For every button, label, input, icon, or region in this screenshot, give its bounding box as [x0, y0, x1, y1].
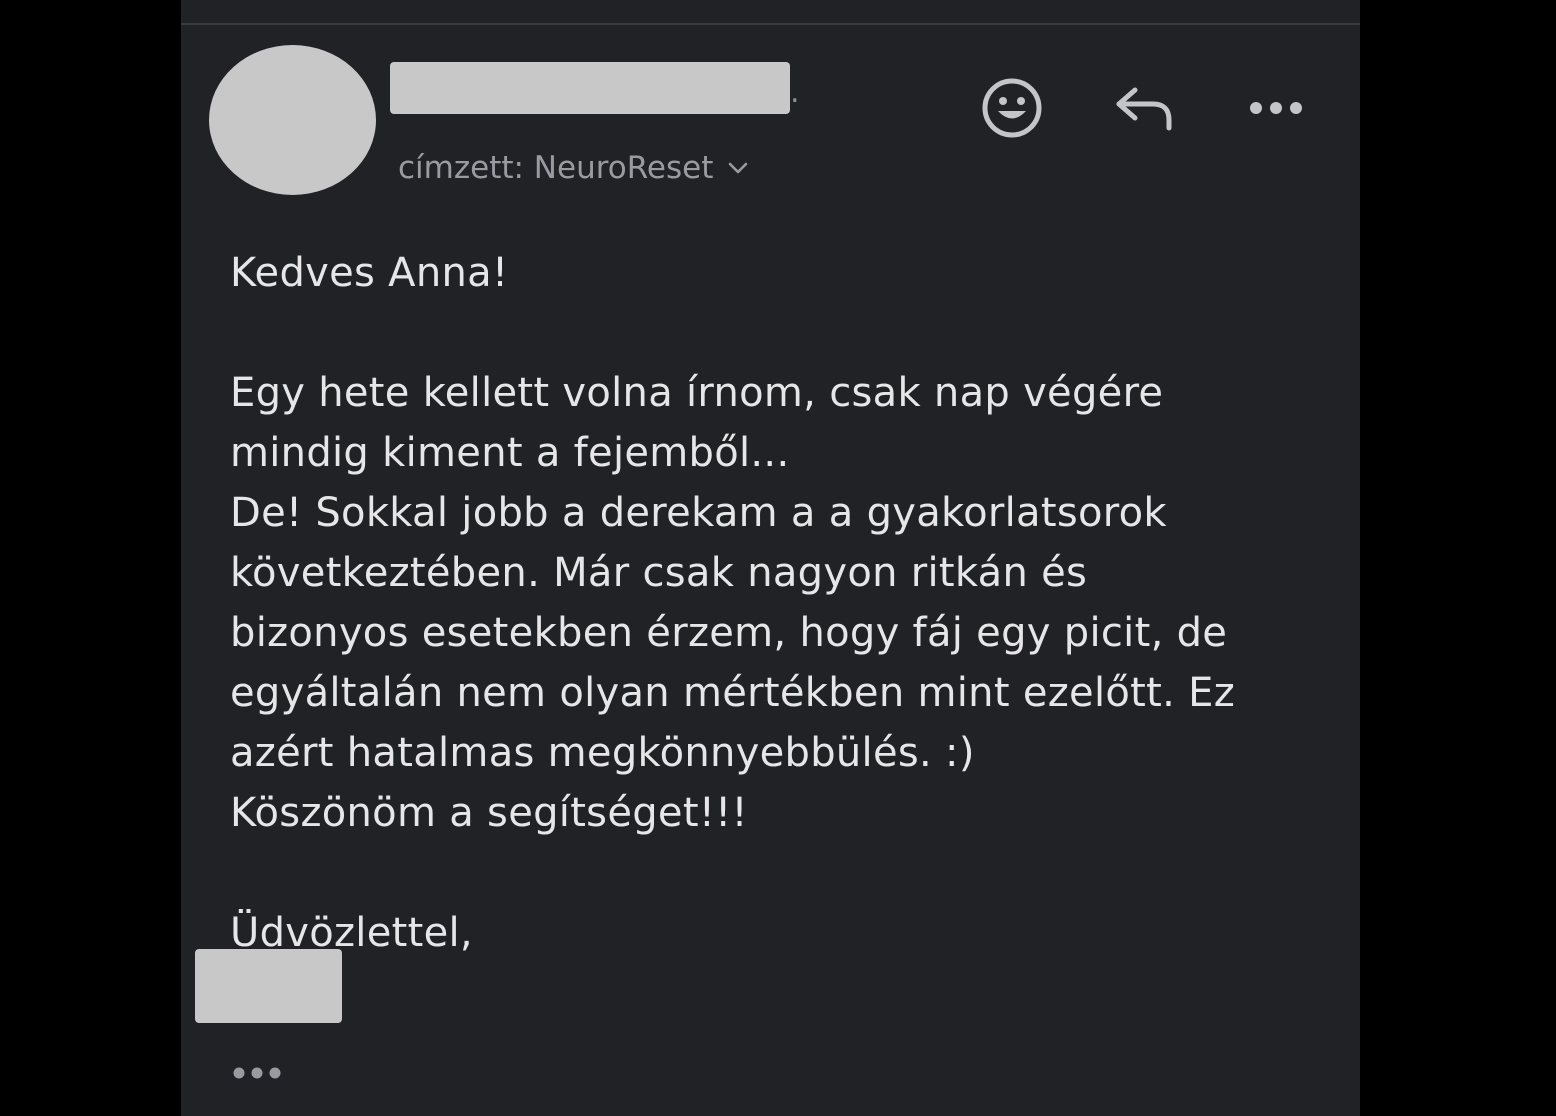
body-line: De! Sokkal jobb a derekam a a gyakorlats… — [230, 490, 1167, 536]
body-line: azért hatalmas megkönnyebbülés. :) — [230, 730, 975, 776]
smiley-icon — [980, 76, 1044, 144]
recipient-toggle[interactable]: címzett: NeuroReset — [398, 146, 749, 190]
recipient-label: címzett: NeuroReset — [398, 150, 714, 186]
sender-avatar[interactable] — [209, 45, 376, 195]
body-line: bizonyos esetekben érzem, hogy fáj egy p… — [230, 610, 1228, 656]
email-message-panel: . címzett: NeuroReset Kedves Anna! Egy h… — [181, 0, 1360, 1116]
sender-name-redacted[interactable] — [390, 62, 790, 114]
signature-name-redacted — [195, 949, 342, 1023]
chevron-down-icon — [727, 161, 749, 175]
more-options-button[interactable] — [1238, 72, 1314, 148]
email-body: Kedves Anna! Egy hete kellett volna írno… — [230, 243, 1340, 963]
show-quoted-text-button[interactable] — [231, 1060, 291, 1090]
body-line: következtében. Már csak nagyon ritkán és — [230, 550, 1088, 596]
reply-button[interactable] — [1106, 72, 1182, 148]
sender-name-tail: . — [790, 75, 800, 110]
reaction-button[interactable] — [974, 72, 1050, 148]
body-closing: Üdvözlettel, — [230, 910, 473, 956]
reply-arrow-icon — [1113, 82, 1175, 138]
body-line: mindig kiment a fejemből... — [230, 430, 790, 476]
body-line: Köszönöm a segítséget!!! — [230, 790, 748, 836]
expand-quoted-dots-icon — [231, 1065, 283, 1085]
body-line: Egy hete kellett volna írnom, csak nap v… — [230, 370, 1164, 416]
more-dots-icon — [1248, 100, 1304, 120]
body-greeting: Kedves Anna! — [230, 250, 509, 296]
body-line: egyáltalán nem olyan mértékben mint ezel… — [230, 670, 1235, 716]
top-divider — [181, 23, 1360, 25]
